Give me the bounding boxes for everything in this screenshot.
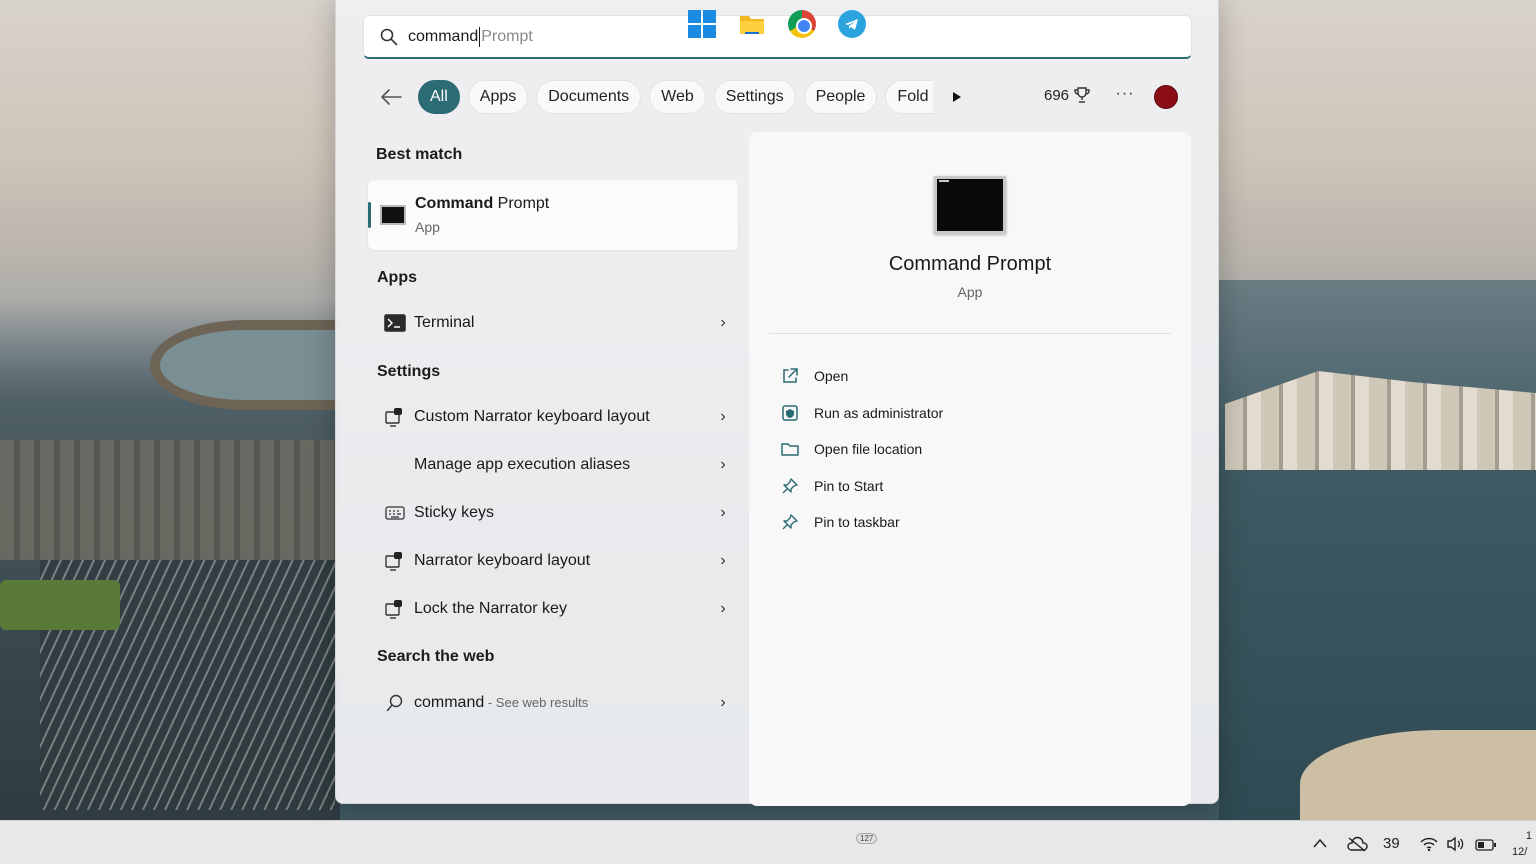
battery-icon[interactable] — [1475, 838, 1497, 855]
tab-all[interactable]: All — [418, 80, 460, 114]
search-icon — [386, 694, 403, 712]
wallpaper-port — [0, 440, 335, 560]
tray-temperature[interactable]: 39 — [1383, 835, 1400, 852]
chevron-right-icon: › — [720, 552, 726, 569]
back-button[interactable] — [376, 82, 406, 112]
avatar[interactable] — [1154, 85, 1178, 109]
search-typed-text: command — [408, 27, 479, 45]
text-caret — [479, 26, 481, 47]
wallpaper-park — [0, 580, 120, 630]
action-run-as-administrator[interactable]: Run as administrator — [779, 398, 943, 428]
narrator-icon — [385, 408, 402, 427]
wifi-icon[interactable] — [1420, 836, 1438, 856]
preview-title: Command Prompt — [888, 253, 1052, 275]
search-icon — [380, 28, 398, 46]
search-web-heading: Search the web — [377, 648, 495, 665]
settings-heading: Settings — [377, 363, 441, 380]
chevron-right-icon: › — [720, 504, 726, 521]
result-app-execution-aliases[interactable]: Manage app execution aliases › — [368, 443, 738, 487]
tab-settings[interactable]: Settings — [713, 80, 796, 114]
result-terminal[interactable]: Terminal › — [368, 301, 738, 345]
tab-web[interactable]: Web — [649, 80, 706, 114]
best-match-heading: Best match — [376, 146, 463, 163]
command-prompt-large-icon — [934, 176, 1006, 234]
result-lock-narrator-key[interactable]: Lock the Narrator key › — [368, 587, 738, 631]
shield-icon — [782, 405, 798, 421]
more-tabs-button[interactable] — [945, 82, 969, 112]
search-suggestion-text: Prompt — [481, 27, 533, 45]
open-external-icon — [783, 368, 798, 383]
apps-heading: Apps — [377, 269, 417, 286]
pin-icon — [782, 478, 798, 494]
best-match-type: App — [415, 219, 440, 235]
filter-bar: All Apps Documents Web Settings People F… — [376, 79, 969, 115]
action-open[interactable]: Open — [779, 361, 848, 391]
clock[interactable]: 1 12/ — [1512, 828, 1532, 860]
result-narrator-keyboard-layout[interactable]: Narrator keyboard layout › — [368, 539, 738, 583]
trophy-icon — [1074, 87, 1090, 103]
narrator-icon — [385, 600, 402, 619]
tab-documents[interactable]: Documents — [536, 80, 642, 114]
action-pin-to-taskbar[interactable]: Pin to taskbar — [779, 507, 900, 537]
file-explorer-icon[interactable] — [738, 10, 766, 38]
onedrive-cloud-icon[interactable] — [1346, 836, 1368, 856]
chevron-right-icon: › — [720, 456, 726, 473]
taskbar — [0, 820, 1536, 864]
folder-icon — [781, 443, 799, 456]
chrome-icon[interactable] — [788, 10, 816, 38]
keyboard-icon — [385, 506, 405, 520]
clock-date: 12/ — [1512, 846, 1528, 858]
chevron-right-icon: › — [720, 694, 726, 711]
volume-icon[interactable] — [1446, 836, 1466, 856]
chevron-up-icon[interactable] — [1312, 836, 1328, 853]
web-query: command — [414, 694, 485, 711]
command-prompt-icon — [380, 205, 406, 225]
tab-folders[interactable]: Fold — [885, 80, 933, 114]
divider — [769, 333, 1171, 334]
tab-apps[interactable]: Apps — [467, 80, 529, 114]
selection-indicator — [368, 202, 371, 228]
telegram-icon[interactable] — [838, 10, 866, 38]
rewards-points[interactable]: 696 — [1044, 86, 1091, 104]
windows-start-icon[interactable] — [688, 10, 716, 38]
web-query-suffix: - See web results — [484, 695, 589, 710]
preview-pane: Command Prompt App Open Run as administr… — [749, 132, 1191, 806]
telegram-unread-badge: 127 — [856, 833, 878, 844]
chevron-right-icon: › — [720, 314, 726, 331]
action-pin-to-start[interactable]: Pin to Start — [779, 471, 883, 501]
back-arrow-icon — [381, 89, 402, 105]
chevron-right-icon: › — [720, 600, 726, 617]
chevron-right-icon: › — [720, 408, 726, 425]
start-search-panel: command Prompt All Apps Documents Web Se… — [335, 0, 1219, 806]
play-icon — [952, 92, 961, 102]
terminal-icon — [384, 314, 406, 332]
narrator-icon — [385, 552, 402, 571]
more-options-button[interactable]: ··· — [1112, 85, 1138, 109]
action-open-file-location[interactable]: Open file location — [779, 434, 922, 464]
result-sticky-keys[interactable]: Sticky keys › — [368, 491, 738, 535]
search-input[interactable]: command Prompt — [363, 15, 1192, 59]
best-match-item[interactable]: Command Prompt App — [368, 180, 738, 250]
pin-icon — [782, 514, 798, 530]
points-value: 696 — [1044, 86, 1070, 104]
best-match-name: Command Prompt — [415, 195, 550, 212]
preview-subtitle: App — [957, 284, 983, 300]
result-custom-narrator-layout[interactable]: Custom Narrator keyboard layout › — [368, 395, 738, 439]
result-web-search[interactable]: command - See web results › — [368, 681, 738, 725]
tab-people[interactable]: People — [803, 80, 878, 114]
clock-time: 1 — [1525, 830, 1532, 842]
wallpaper-island — [150, 320, 340, 410]
